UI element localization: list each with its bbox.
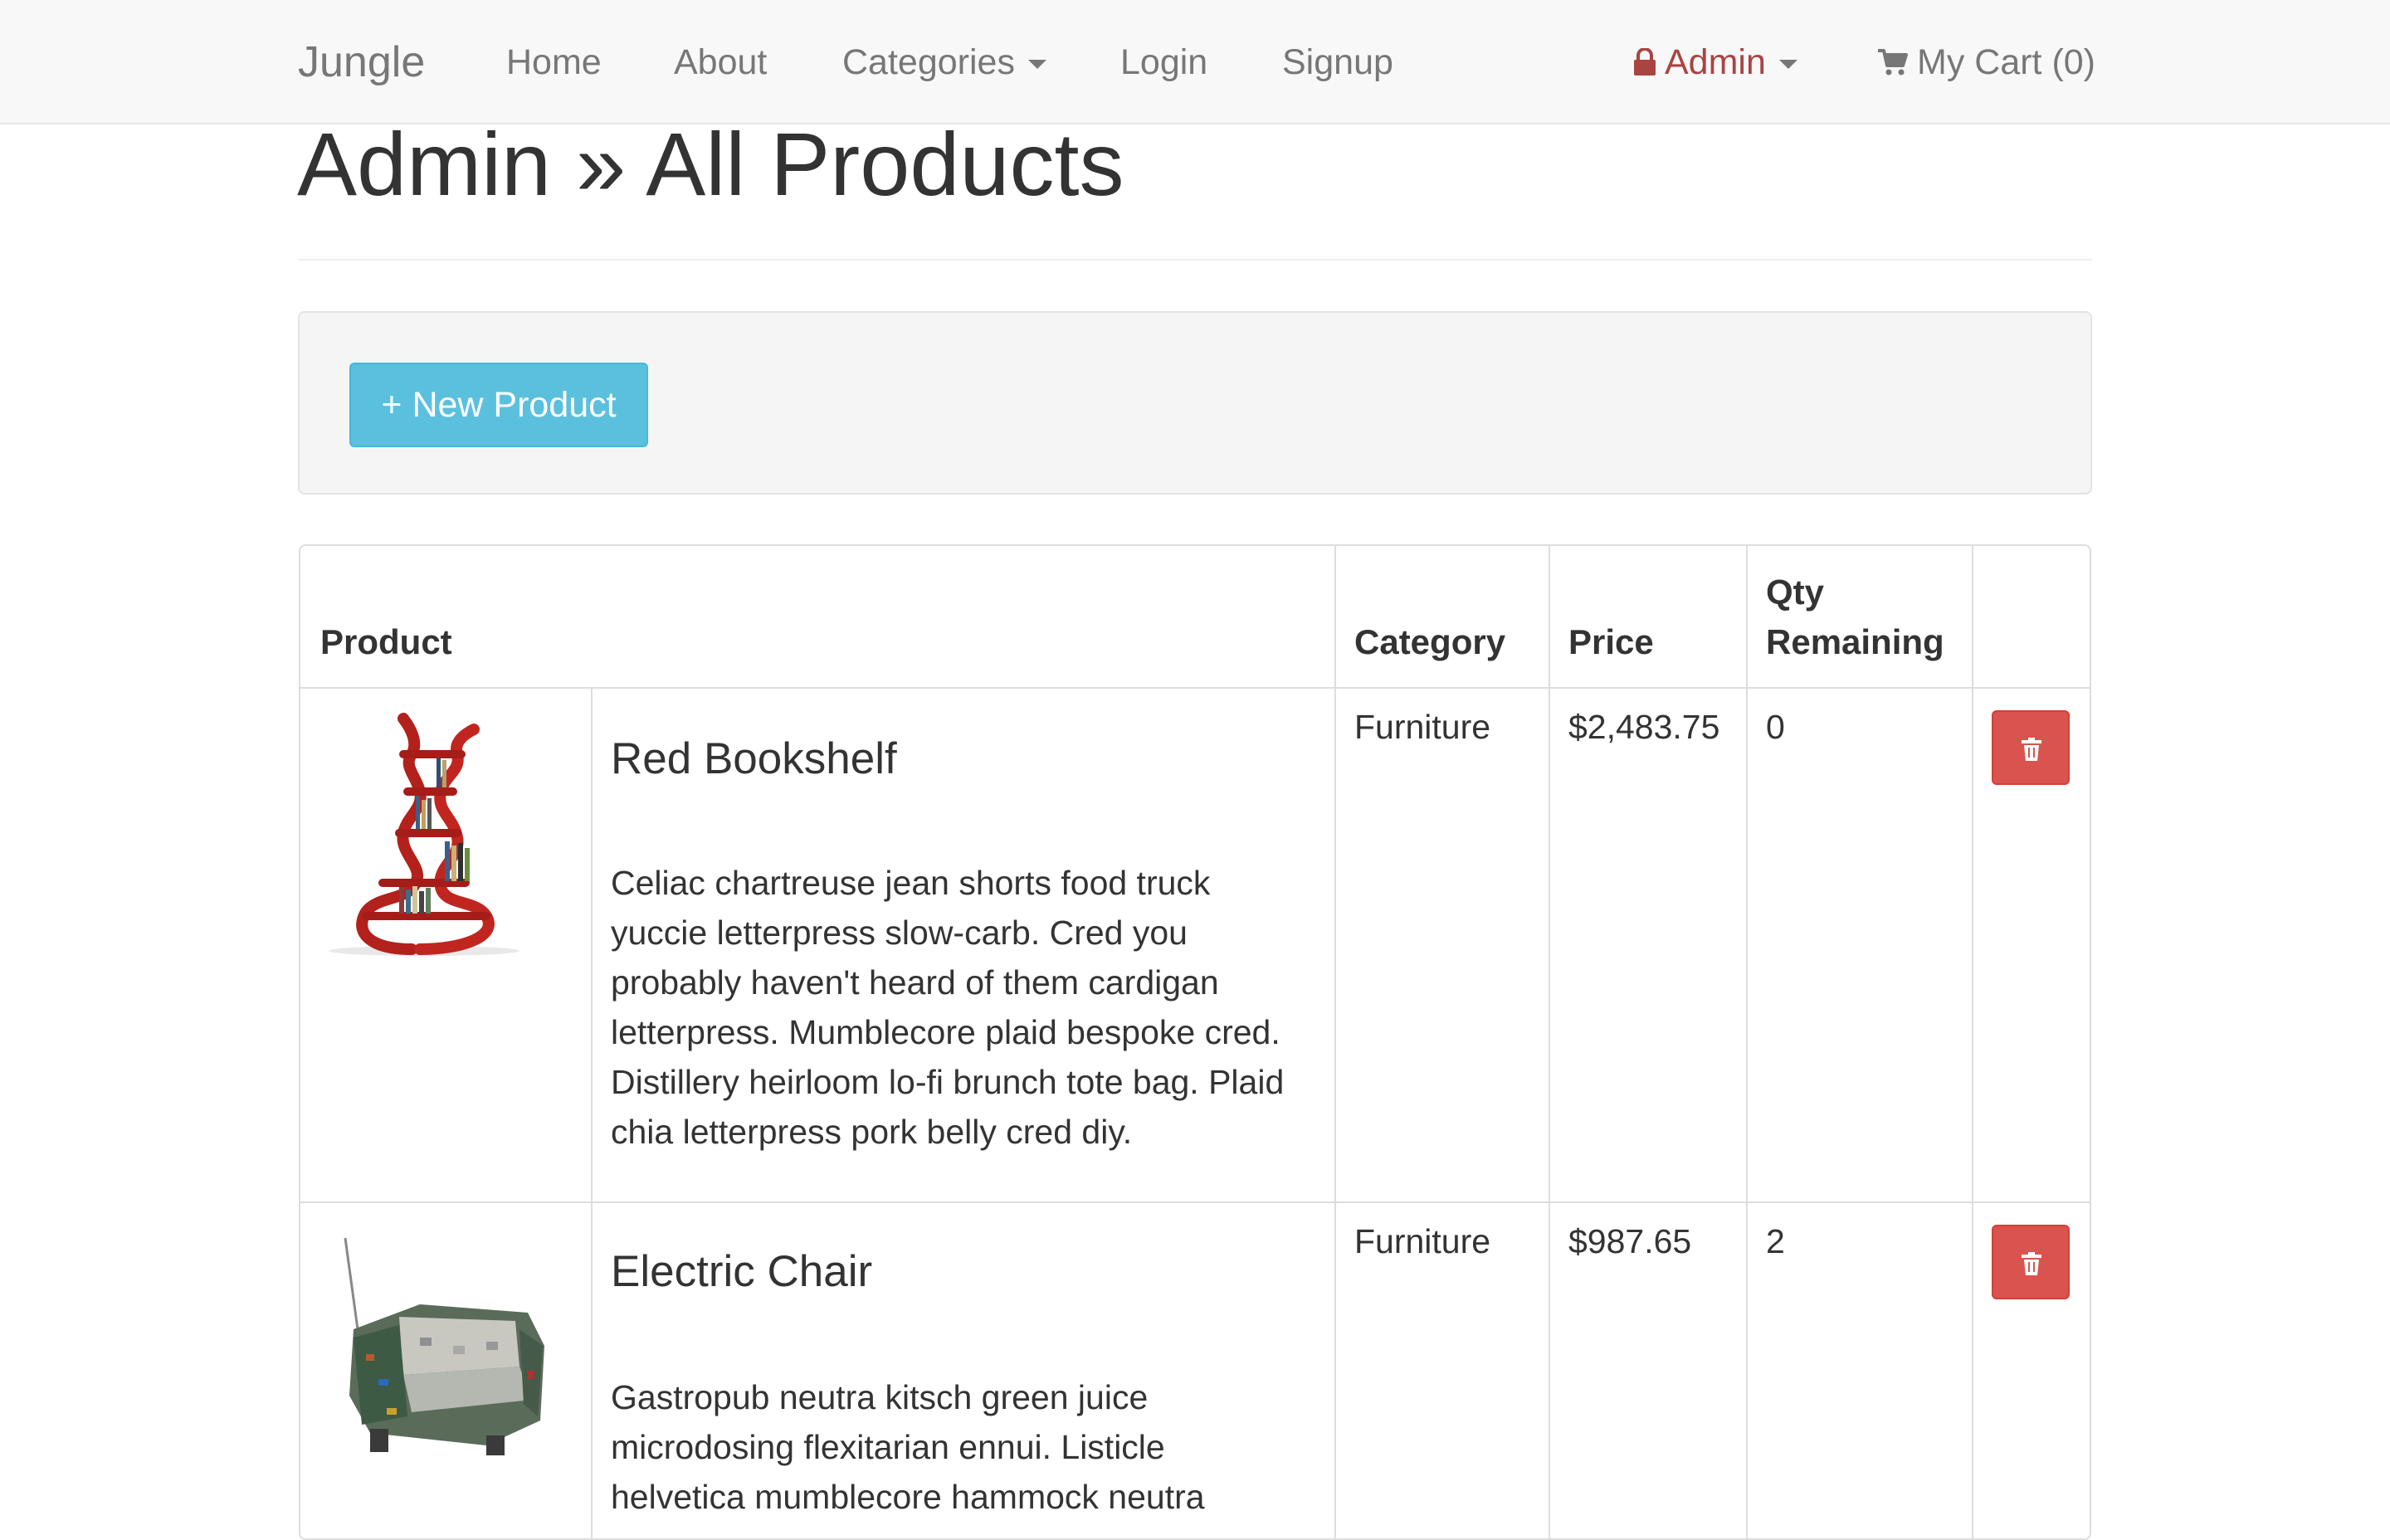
nav-link-home[interactable]: Home — [506, 0, 602, 124]
header-divider — [298, 259, 2092, 261]
column-divider — [1746, 546, 1748, 1538]
product-price: $987.65 — [1568, 1222, 1692, 1260]
lock-icon — [1633, 2, 1656, 127]
actions-well: + New Product — [298, 311, 2092, 495]
product-qty: 2 — [1766, 1222, 1785, 1260]
new-product-button[interactable]: + New Product — [349, 363, 648, 447]
product-description: Gastropub neutra kitsch green juice micr… — [611, 1378, 1205, 1516]
nav-link-cart[interactable]: My Cart (0) — [1877, 0, 2095, 124]
nav-dropdown-categories[interactable]: Categories — [842, 0, 1046, 124]
trash-icon — [2022, 1252, 2041, 1275]
products-table: Product Category Price Qty Remaining Red… — [299, 544, 2091, 1540]
row-divider — [300, 1201, 2090, 1203]
nav-link-signup[interactable]: Signup — [1282, 0, 1393, 124]
trash-icon — [2022, 738, 2041, 761]
product-price: $2,483.75 — [1568, 708, 1720, 746]
column-divider — [591, 689, 593, 1538]
nav-categories-label: Categories — [842, 42, 1015, 82]
product-name[interactable]: Electric Chair — [611, 1246, 872, 1297]
nav-cart-label: My Cart (0) — [1917, 42, 2095, 82]
product-category: Furniture — [1354, 708, 1491, 746]
nav-link-about[interactable]: About — [674, 0, 767, 124]
top-navbar: Jungle Home About Categories Login Signu… — [0, 0, 2390, 124]
delete-product-button[interactable] — [1992, 1225, 2070, 1299]
header-qty-line1: Qty — [1766, 573, 1825, 612]
product-description: Celiac chartreuse jean shorts food truck… — [611, 864, 1285, 1151]
product-qty: 0 — [1766, 708, 1785, 746]
red-bookshelf-image — [320, 709, 528, 958]
electric-chair-image — [320, 1221, 569, 1470]
column-divider — [1549, 546, 1550, 1538]
nav-dropdown-admin[interactable]: Admin — [1633, 0, 1797, 124]
header-product: Product — [320, 622, 452, 661]
product-category: Furniture — [1354, 1222, 1491, 1260]
brand-link[interactable]: Jungle — [298, 0, 425, 124]
delete-product-button[interactable] — [1992, 710, 2070, 785]
header-qty-line2: Remaining — [1766, 622, 1944, 661]
column-divider — [1972, 546, 1973, 1538]
shopping-cart-icon — [1877, 2, 1909, 127]
row-divider — [300, 687, 2090, 689]
caret-down-icon — [1027, 60, 1046, 70]
page-title: Admin » All Products — [297, 114, 1124, 214]
header-qty-remaining: Qty Remaining — [1766, 568, 1944, 667]
column-divider — [1334, 546, 1336, 1538]
header-category: Category — [1354, 622, 1506, 661]
nav-link-login[interactable]: Login — [1120, 0, 1207, 124]
nav-admin-label: Admin — [1665, 42, 1766, 82]
caret-down-icon — [1778, 60, 1797, 70]
header-price: Price — [1568, 622, 1654, 661]
product-name[interactable]: Red Bookshelf — [611, 733, 897, 784]
